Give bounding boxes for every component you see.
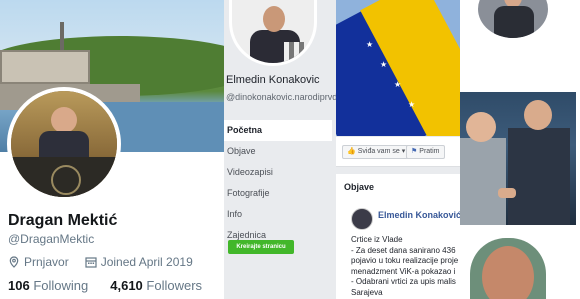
nav-item-pocetna[interactable]: Početna (224, 120, 332, 141)
page-handle[interactable]: @dinokonakovic.narodiprvda.ba (226, 92, 336, 103)
facebook-page-sidebar: Elmedin Konakovic @dinokonakovic.narodip… (224, 0, 336, 299)
page-actions-bar: 👍 Sviđa vam se ▾ ⚑ Pratim (336, 137, 460, 167)
nav-item-objave[interactable]: Objave (224, 141, 332, 162)
page-nav: Početna Objave Videozapisi Fotografije I… (224, 120, 332, 246)
followers-count: 4,610 (110, 278, 143, 293)
photo-strip (460, 0, 580, 299)
profile-name: Dragan Mektić (8, 212, 118, 229)
like-page-label: Sviđa vam se (357, 148, 400, 155)
profile-meta: Prnjavor Joined April 2019 (8, 255, 193, 269)
chevron-down-icon: ▾ (401, 148, 406, 155)
page-profile-photo[interactable] (229, 0, 317, 66)
following-link[interactable]: 106 Following (8, 278, 88, 293)
posts-section-title: Objave (344, 182, 375, 192)
nav-item-fotografije[interactable]: Fotografije (224, 183, 332, 204)
rss-icon: ⚑ (411, 148, 418, 155)
portrait-photo-bottom (470, 238, 546, 299)
twitter-profile-panel: Dragan Mektić @DraganMektic Prnjavor Joi… (0, 0, 224, 299)
create-page-button[interactable]: Kreirajte stranicu (228, 240, 294, 254)
profile-avatar[interactable] (7, 87, 121, 201)
follow-page-label: Pratim (419, 148, 440, 155)
page-cover-photo[interactable]: ★ ★ ★ ★ (336, 0, 460, 136)
post-body: Crtice iz Vlade - Za deset dana sanirano… (351, 235, 460, 298)
profile-stats: 106 Following 4,610 Followers (8, 278, 202, 293)
nav-item-info[interactable]: Info (224, 204, 332, 225)
page-name[interactable]: Elmedin Konakovic (226, 74, 320, 86)
profile-handle: @DraganMektic (8, 232, 95, 246)
post-author-avatar[interactable] (351, 208, 373, 230)
like-page-button[interactable]: 👍 Sviđa vam se ▾ (342, 145, 411, 159)
post-line: menadzment ViK-a pokazao i (351, 266, 456, 276)
portrait-photo-top (478, 0, 548, 38)
post-author-name[interactable]: Elmedin Konaković (378, 210, 460, 220)
following-count: 106 (8, 278, 30, 293)
following-label: Following (33, 278, 89, 293)
facebook-feed-panel: ★ ★ ★ ★ 👍 Sviđa vam se ▾ ⚑ Pratim Objave… (336, 0, 460, 299)
location-pin-icon (9, 256, 19, 268)
post-line: Sarajeva (351, 287, 383, 297)
post-line: Crtice iz Vlade (351, 235, 403, 244)
post-line: pojavio u toku realizacije proje (351, 256, 459, 265)
post-line: - Odabrani vrtici za upis malis (351, 277, 456, 286)
posts-section: Objave Elmedin Konaković Crtice iz Vlade… (336, 174, 460, 299)
calendar-icon (85, 257, 97, 268)
post-line: - Za deset dana sanirano 436 (351, 245, 456, 255)
followers-link[interactable]: 4,610 Followers (110, 278, 202, 293)
profile-joined-date: Joined April 2019 (100, 255, 193, 269)
thumbs-up-icon: 👍 (347, 148, 356, 155)
handshake-photo (460, 92, 576, 225)
profile-location: Prnjavor (24, 255, 69, 269)
nav-item-videozapisi[interactable]: Videozapisi (224, 162, 332, 183)
follow-page-button[interactable]: ⚑ Pratim (406, 145, 445, 159)
followers-label: Followers (146, 278, 203, 293)
